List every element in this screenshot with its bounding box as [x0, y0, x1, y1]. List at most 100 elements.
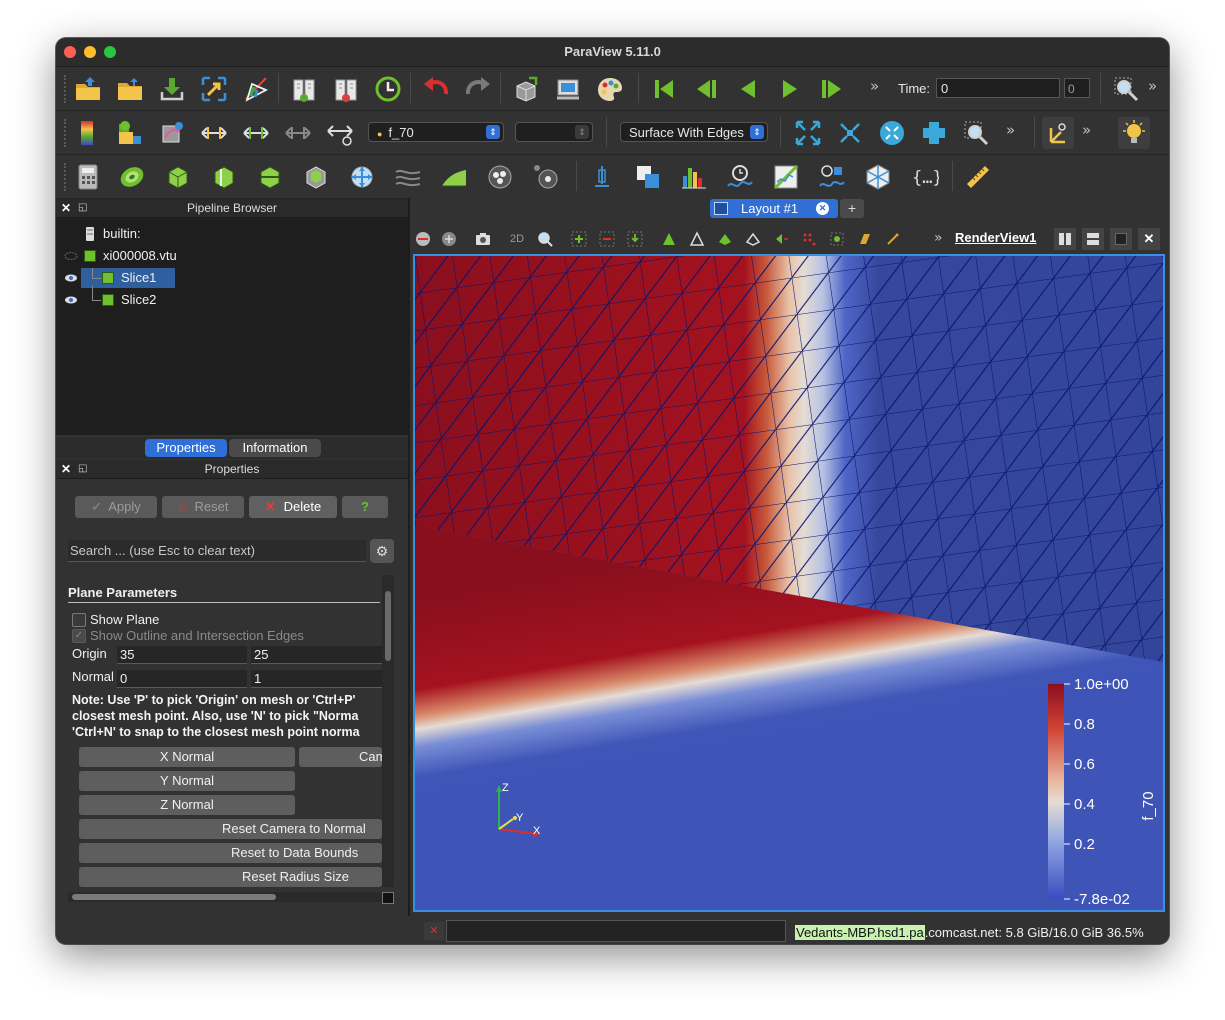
plot-over-time-icon[interactable]: [724, 161, 756, 193]
select-blocks-icon[interactable]: [716, 230, 734, 248]
close-icon[interactable]: ✕: [61, 460, 71, 478]
pipeline-item[interactable]: builtin:: [56, 224, 408, 244]
slice-icon[interactable]: [208, 161, 240, 193]
previous-frame-icon[interactable]: [690, 73, 722, 105]
zoom-closest-icon[interactable]: [918, 117, 950, 149]
glyph-icon[interactable]: [346, 161, 378, 193]
extract-level-icon[interactable]: [530, 161, 562, 193]
rescale-temporal-range-icon[interactable]: [324, 117, 356, 149]
normal-x-field[interactable]: 0: [117, 670, 247, 688]
reset-camera-closest-icon[interactable]: [834, 117, 866, 149]
rescale-custom-range-icon[interactable]: [198, 117, 230, 149]
layout-tab[interactable]: Layout #1 ✕: [710, 199, 838, 218]
extract-selection-icon[interactable]: [632, 161, 664, 193]
visibility-eye-icon[interactable]: [64, 273, 78, 283]
select-points-on-icon[interactable]: [598, 230, 616, 248]
visibility-hidden-icon[interactable]: [64, 251, 78, 261]
toolbar-overflow-button[interactable]: »: [1082, 121, 1091, 139]
contour-icon[interactable]: [116, 161, 148, 193]
z-normal-button[interactable]: Z Normal: [79, 795, 295, 815]
tab-properties[interactable]: Properties: [145, 439, 227, 457]
maximize-view-icon[interactable]: [1110, 228, 1132, 250]
find-data-icon[interactable]: [372, 73, 404, 105]
reset-camera-to-normal-button[interactable]: Reset Camera to Normal: [79, 819, 382, 839]
show-outline-checkbox[interactable]: ✓: [72, 629, 86, 643]
capture-view-icon[interactable]: [414, 230, 432, 248]
time-value-field[interactable]: 0: [936, 78, 1060, 98]
float-panel-icon[interactable]: ◱: [78, 460, 87, 478]
open-folder-icon[interactable]: [114, 73, 146, 105]
camera-normal-button[interactable]: Cam: [299, 747, 382, 767]
warp-by-vector-icon[interactable]: [438, 161, 470, 193]
open-file-icon[interactable]: [72, 73, 104, 105]
x-normal-button[interactable]: X Normal: [79, 747, 295, 767]
representation-combo[interactable]: Surface With Edges ⇕: [620, 122, 768, 142]
scrollbar-thumb[interactable]: [385, 591, 391, 661]
threshold-icon[interactable]: [254, 161, 286, 193]
zoom-to-box-icon[interactable]: [960, 117, 992, 149]
origin-x-field[interactable]: 35: [117, 646, 247, 664]
time-index-spinbox[interactable]: 0: [1064, 78, 1090, 98]
load-state-icon[interactable]: [288, 73, 320, 105]
toolbar-grip[interactable]: [64, 75, 70, 103]
help-button[interactable]: ?: [342, 496, 388, 518]
calculator-icon[interactable]: [72, 161, 104, 193]
select-cells-on-icon[interactable]: [570, 230, 588, 248]
reset-to-data-bounds-button[interactable]: Reset to Data Bounds: [79, 843, 382, 863]
toolbar-overflow-button[interactable]: »: [1006, 121, 1015, 139]
toolbar-overflow-button[interactable]: »: [934, 230, 943, 246]
reset-radius-size-button[interactable]: Reset Radius Size: [79, 867, 382, 887]
properties-horizontal-scrollbar[interactable]: [68, 892, 382, 902]
toggle-2d-3d-button[interactable]: 2D: [508, 230, 526, 248]
toolbar-overflow-button[interactable]: »: [1148, 77, 1157, 95]
toolbar-grip[interactable]: [64, 119, 70, 147]
split-horizontal-icon[interactable]: [1054, 228, 1076, 250]
pipeline-item-selected[interactable]: Slice1: [56, 268, 408, 288]
apply-button[interactable]: ✔ Apply: [75, 496, 157, 518]
clip-icon[interactable]: [162, 161, 194, 193]
redo-icon[interactable]: [462, 73, 494, 105]
select-points-through-icon[interactable]: [660, 230, 678, 248]
first-frame-icon[interactable]: [648, 73, 680, 105]
close-tab-icon[interactable]: ✕: [816, 202, 829, 215]
hover-points-icon[interactable]: [800, 230, 818, 248]
gear-icon[interactable]: ⚙: [370, 539, 394, 563]
plot-over-line-icon[interactable]: [770, 161, 802, 193]
play-icon[interactable]: [774, 73, 806, 105]
clear-selection-icon[interactable]: [884, 230, 902, 248]
interactive-select-icon[interactable]: [744, 230, 762, 248]
save-state-icon[interactable]: [330, 73, 362, 105]
zoom-to-box-icon[interactable]: [1110, 73, 1142, 105]
python-calculator-icon[interactable]: {…}: [908, 161, 940, 193]
zoom-to-data-icon[interactable]: [876, 117, 908, 149]
toolbar-overflow-button[interactable]: »: [870, 77, 879, 95]
show-plane-checkbox[interactable]: [72, 613, 86, 627]
python-shell-icon[interactable]: [510, 73, 542, 105]
close-icon[interactable]: ✕: [61, 199, 71, 217]
show-center-axes-icon[interactable]: [1042, 117, 1074, 149]
disconnect-icon[interactable]: [240, 73, 272, 105]
toolbar-grip[interactable]: [64, 163, 70, 191]
shrink-selection-icon[interactable]: [856, 230, 874, 248]
properties-vertical-scrollbar[interactable]: [382, 575, 394, 887]
cell-size-icon[interactable]: [862, 161, 894, 193]
zoom-to-box-icon[interactable]: [536, 230, 554, 248]
reset-range-icon[interactable]: [156, 117, 188, 149]
render-canvas[interactable]: Z Y X 1.0e+00 0.8 0.6 0.4 0.2 -7.8e-02 f…: [415, 256, 1163, 910]
memory-status[interactable]: Vedants-MBP.hsd1.pa.comcast.net: 5.8 GiB…: [795, 923, 1144, 942]
clear-messages-icon[interactable]: ✕: [424, 922, 444, 940]
close-view-icon[interactable]: ✕: [1138, 228, 1160, 250]
y-normal-button[interactable]: Y Normal: [79, 771, 295, 791]
pipeline-item[interactable]: xi000008.vtu: [56, 246, 408, 266]
delete-button[interactable]: ✕ Delete: [249, 496, 337, 518]
histogram-icon[interactable]: [678, 161, 710, 193]
save-data-icon[interactable]: [156, 73, 188, 105]
float-panel-icon[interactable]: ◱: [78, 199, 87, 217]
light-kit-icon[interactable]: [1118, 117, 1150, 149]
connect-icon[interactable]: [198, 73, 230, 105]
scrollbar-thumb[interactable]: [72, 894, 276, 900]
origin-y-field[interactable]: 25: [251, 646, 382, 664]
play-backward-icon[interactable]: [732, 73, 764, 105]
color-legend-toggle-icon[interactable]: [72, 117, 104, 149]
add-layout-tab-button[interactable]: +: [840, 199, 864, 218]
